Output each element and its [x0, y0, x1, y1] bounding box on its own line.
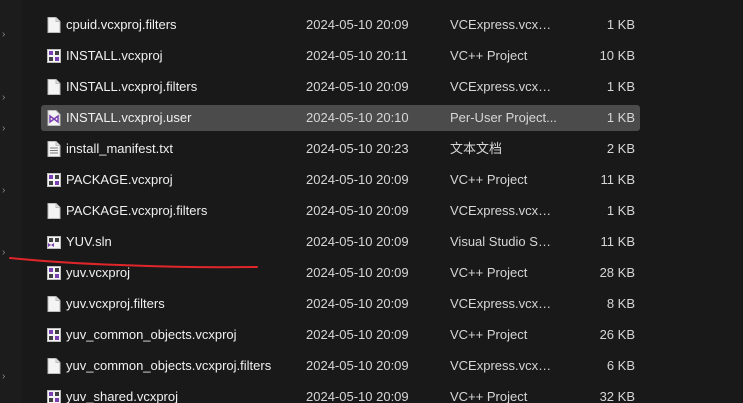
date-modified: 2024-05-10 20:09: [306, 327, 409, 342]
date-modified: 2024-05-10 20:09: [306, 389, 409, 403]
file-size: 1 KB: [606, 203, 635, 218]
vcxproj-icon: [47, 48, 61, 64]
file-name: yuv.vcxproj: [66, 265, 131, 280]
file-type: VC++ Project: [450, 265, 528, 280]
file-size: 11 KB: [600, 172, 635, 187]
file-type: VC++ Project: [450, 327, 528, 342]
file-row[interactable]: yuv_common_objects.vcxproj.filters 2024-0…: [41, 353, 640, 379]
file-row[interactable]: INSTALL.vcxproj.user 2024-05-10 20:10 Per-…: [41, 105, 640, 131]
file-size: 1 KB: [606, 17, 635, 32]
file-type: VCExpress.vcxpr...: [450, 296, 558, 311]
file-size: 2 KB: [606, 141, 635, 156]
file-size: 10 KB: [599, 48, 635, 63]
document-icon: [47, 296, 61, 312]
date-modified: 2024-05-10 20:09: [306, 296, 409, 311]
file-row[interactable]: PACKAGE.vcxproj.filters 2024-05-10 20:09 V…: [41, 198, 640, 224]
file-type: 文本文档: [450, 141, 503, 156]
date-modified: 2024-05-10 20:09: [306, 265, 409, 280]
file-row[interactable]: cpuid.vcxproj.filters 2024-05-10 20:09 VCE…: [41, 12, 640, 38]
date-modified: 2024-05-10 20:09: [306, 358, 409, 373]
date-modified: 2024-05-10 20:11: [306, 48, 408, 63]
text-file-icon: [47, 141, 61, 157]
file-size: 26 KB: [599, 327, 635, 342]
file-name: PACKAGE.vcxproj: [66, 172, 173, 187]
file-size: 11 KB: [600, 234, 635, 249]
file-type: VCExpress.vcxpr...: [450, 358, 558, 373]
date-modified: 2024-05-10 20:09: [306, 17, 409, 32]
file-size: 6 KB: [606, 358, 635, 373]
file-row[interactable]: yuv_shared.vcxproj 2024-05-10 20:09 VC++ P…: [41, 384, 640, 403]
file-list: cpuid.vcxproj.filters 2024-05-10 20:09 VCE…: [0, 0, 743, 403]
file-name: YUV.sln: [66, 234, 112, 249]
date-modified: 2024-05-10 20:09: [306, 172, 409, 187]
file-row[interactable]: install_manifest.txt 2024-05-10 20:23 文本文档…: [41, 136, 640, 162]
file-name: install_manifest.txt: [66, 141, 173, 156]
date-modified: 2024-05-10 20:09: [306, 203, 409, 218]
document-icon: [47, 17, 61, 33]
file-size: 1 KB: [606, 110, 635, 125]
vcxproj-icon: [47, 172, 61, 188]
file-row[interactable]: INSTALL.vcxproj 2024-05-10 20:11 VC++ Proj…: [41, 43, 640, 69]
file-row[interactable]: yuv_common_objects.vcxproj 2024-05-10 20:…: [41, 322, 640, 348]
file-name: PACKAGE.vcxproj.filters: [66, 203, 208, 218]
file-type: VCExpress.vcxpr...: [450, 17, 558, 32]
vcxproj-icon: [47, 389, 61, 403]
file-name: cpuid.vcxproj.filters: [66, 17, 177, 32]
file-type: VC++ Project: [450, 172, 528, 187]
document-icon: [47, 79, 61, 95]
file-row[interactable]: INSTALL.vcxproj.filters 2024-05-10 20:09 V…: [41, 74, 640, 100]
document-icon: [47, 358, 61, 374]
document-icon: [47, 203, 61, 219]
file-type: VC++ Project: [450, 48, 528, 63]
file-name: INSTALL.vcxproj.user: [66, 110, 192, 125]
file-type: VCExpress.vcxpr...: [450, 203, 558, 218]
vs-user-icon: [47, 110, 61, 126]
vcxproj-icon: [47, 265, 61, 281]
file-size: 28 KB: [599, 265, 635, 280]
vcxproj-icon: [47, 327, 61, 343]
file-type: Visual Studio Sol...: [450, 234, 558, 249]
date-modified: 2024-05-10 20:09: [306, 234, 409, 249]
file-name: yuv.vcxproj.filters: [66, 296, 165, 311]
file-row[interactable]: yuv.vcxproj.filters 2024-05-10 20:09 VCExp…: [41, 291, 640, 317]
file-size: 1 KB: [606, 79, 635, 94]
file-name: INSTALL.vcxproj.filters: [66, 79, 198, 94]
file-size: 32 KB: [599, 389, 635, 403]
file-explorer-window: › › › › › › cpuid.vcxproj.filters 2024-05…: [0, 0, 743, 403]
file-size: 8 KB: [606, 296, 635, 311]
file-name: yuv_shared.vcxproj: [66, 389, 178, 403]
file-row[interactable]: YUV.sln 2024-05-10 20:09 Visual Studio Sol…: [41, 229, 640, 255]
date-modified: 2024-05-10 20:09: [306, 79, 409, 94]
file-type: Per-User Project...: [450, 110, 557, 125]
file-name: INSTALL.vcxproj: [66, 48, 163, 63]
file-type: VC++ Project: [450, 389, 528, 403]
date-modified: 2024-05-10 20:23: [306, 141, 409, 156]
file-name: yuv_common_objects.vcxproj.filters: [66, 358, 272, 373]
date-modified: 2024-05-10 20:10: [306, 110, 409, 125]
solution-icon: [47, 234, 61, 250]
file-row[interactable]: PACKAGE.vcxproj 2024-05-10 20:09 VC++ Proj…: [41, 167, 640, 193]
file-type: VCExpress.vcxpr...: [450, 79, 558, 94]
file-row[interactable]: yuv.vcxproj 2024-05-10 20:09 VC++ Project 2…: [41, 260, 640, 286]
file-name: yuv_common_objects.vcxproj: [66, 327, 237, 342]
